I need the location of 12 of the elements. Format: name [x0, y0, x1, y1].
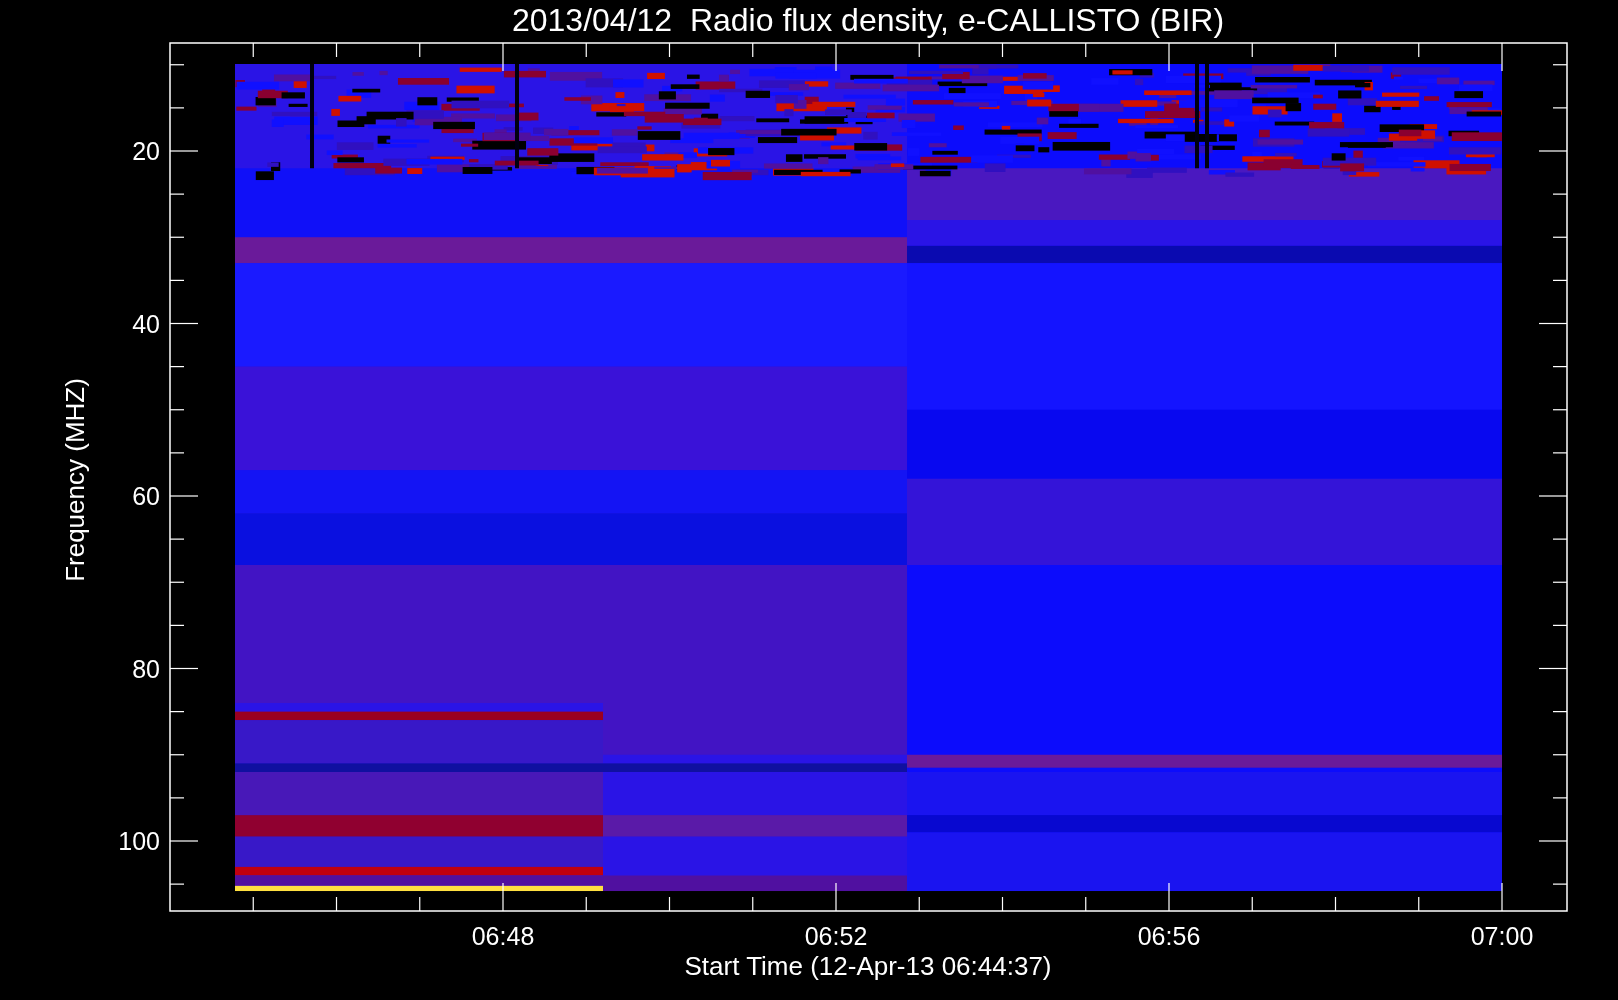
axis-tick-label: 07:00: [1470, 922, 1534, 950]
chart-title: 2013/04/12 Radio flux density, e-CALLISTO (BIR): [511, 2, 1225, 38]
axis-tick-label: 40: [132, 309, 160, 338]
axis-tick-label: 06:52: [804, 922, 868, 950]
axis-tick-label: 06:56: [1137, 922, 1201, 950]
axis-tick-label: 100: [118, 827, 160, 855]
y-axis-label: Frequency (MHZ): [60, 378, 90, 582]
axis-tick-label: 80: [132, 654, 160, 683]
axis-tick-label: 06:48: [471, 922, 535, 950]
x-axis-label: Start Time (12-Apr-13 06:44:37): [684, 951, 1052, 981]
axis-tick-label: 60: [132, 482, 160, 510]
axis-tick-label: 20: [132, 137, 160, 165]
